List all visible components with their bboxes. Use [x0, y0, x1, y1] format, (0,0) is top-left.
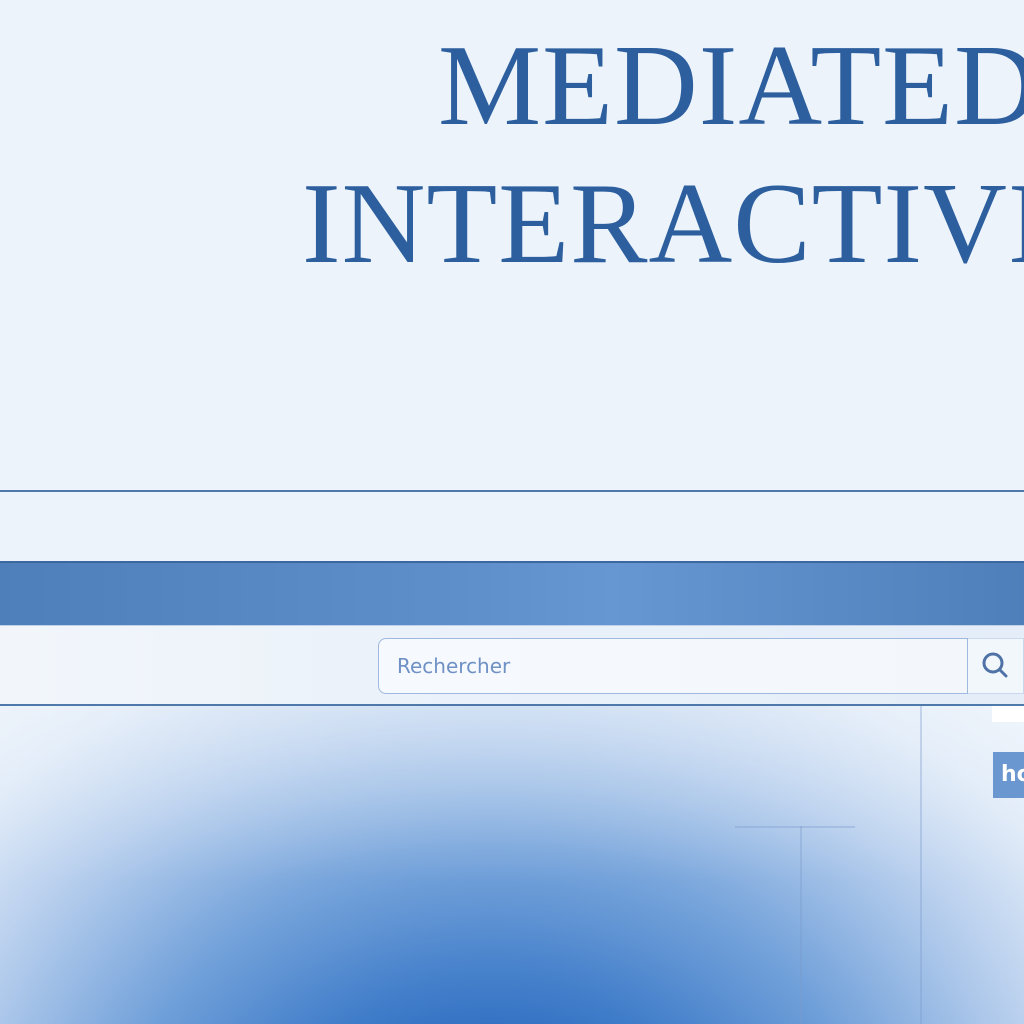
navigation-bar [0, 561, 1024, 625]
search-button[interactable] [968, 638, 1024, 694]
hero-shade [0, 706, 1024, 1024]
home-tab[interactable]: ho [993, 752, 1024, 798]
hero-divider-line [735, 826, 855, 828]
search-field-wrapper [378, 638, 968, 694]
hero-divider-line [920, 706, 922, 1024]
side-panel-top [992, 706, 1024, 722]
search-strip [0, 625, 1024, 706]
site-title-area: MEDIATED INTERACTIVIT [0, 0, 1024, 490]
search-input[interactable] [379, 639, 967, 693]
header-divider [0, 490, 1024, 492]
site-title-line-2: INTERACTIVIT [302, 160, 1024, 288]
site-title-line-1: MEDIATED [438, 22, 1024, 150]
hero-divider-line [800, 826, 802, 1024]
search-icon [982, 652, 1007, 678]
hero-banner [0, 706, 1024, 1024]
